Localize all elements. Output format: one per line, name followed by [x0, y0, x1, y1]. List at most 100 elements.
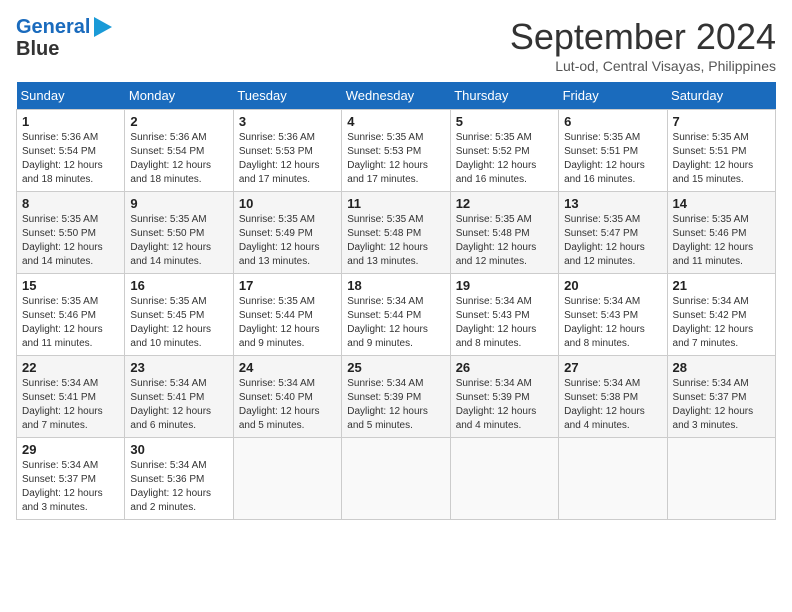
calendar-cell	[667, 438, 775, 520]
calendar-cell: 27 Sunrise: 5:34 AM Sunset: 5:38 PM Dayli…	[559, 356, 667, 438]
day-info: Sunrise: 5:35 AM Sunset: 5:48 PM Dayligh…	[456, 213, 553, 269]
calendar-week-row: 1 Sunrise: 5:36 AM Sunset: 5:54 PM Daylig…	[17, 110, 776, 192]
day-of-week-header: Friday	[559, 82, 667, 110]
month-title: September 2024	[510, 16, 776, 58]
calendar-cell: 23 Sunrise: 5:34 AM Sunset: 5:41 PM Dayli…	[125, 356, 233, 438]
title-block: September 2024 Lut-od, Central Visayas, …	[510, 16, 776, 74]
day-number: 4	[347, 114, 444, 129]
day-info: Sunrise: 5:35 AM Sunset: 5:52 PM Dayligh…	[456, 131, 553, 187]
day-number: 16	[130, 278, 227, 293]
day-number: 17	[239, 278, 336, 293]
day-info: Sunrise: 5:36 AM Sunset: 5:53 PM Dayligh…	[239, 131, 336, 187]
day-of-week-header: Thursday	[450, 82, 558, 110]
day-info: Sunrise: 5:34 AM Sunset: 5:39 PM Dayligh…	[456, 377, 553, 433]
calendar-week-row: 22 Sunrise: 5:34 AM Sunset: 5:41 PM Dayli…	[17, 356, 776, 438]
day-number: 28	[673, 360, 770, 375]
calendar-cell	[342, 438, 450, 520]
day-info: Sunrise: 5:34 AM Sunset: 5:41 PM Dayligh…	[130, 377, 227, 433]
day-info: Sunrise: 5:34 AM Sunset: 5:36 PM Dayligh…	[130, 459, 227, 515]
day-number: 9	[130, 196, 227, 211]
calendar-cell: 20 Sunrise: 5:34 AM Sunset: 5:43 PM Dayli…	[559, 274, 667, 356]
calendar-cell: 8 Sunrise: 5:35 AM Sunset: 5:50 PM Daylig…	[17, 192, 125, 274]
calendar-week-row: 15 Sunrise: 5:35 AM Sunset: 5:46 PM Dayli…	[17, 274, 776, 356]
calendar-cell: 10Sunrise: 5:35 AM Sunset: 5:49 PM Dayli…	[233, 192, 341, 274]
calendar-cell: 26 Sunrise: 5:34 AM Sunset: 5:39 PM Dayli…	[450, 356, 558, 438]
days-of-week-row: SundayMondayTuesdayWednesdayThursdayFrid…	[17, 82, 776, 110]
calendar-week-row: 8 Sunrise: 5:35 AM Sunset: 5:50 PM Daylig…	[17, 192, 776, 274]
calendar-cell: 3Sunrise: 5:36 AM Sunset: 5:53 PM Daylig…	[233, 110, 341, 192]
day-info: Sunrise: 5:35 AM Sunset: 5:45 PM Dayligh…	[130, 295, 227, 351]
day-info: Sunrise: 5:34 AM Sunset: 5:37 PM Dayligh…	[673, 377, 770, 433]
calendar-cell: 16 Sunrise: 5:35 AM Sunset: 5:45 PM Dayli…	[125, 274, 233, 356]
day-number: 21	[673, 278, 770, 293]
calendar-cell: 22Sunrise: 5:34 AM Sunset: 5:41 PM Dayli…	[17, 356, 125, 438]
day-info: Sunrise: 5:35 AM Sunset: 5:48 PM Dayligh…	[347, 213, 444, 269]
calendar-cell: 12Sunrise: 5:35 AM Sunset: 5:48 PM Dayli…	[450, 192, 558, 274]
calendar-cell: 18 Sunrise: 5:34 AM Sunset: 5:44 PM Dayli…	[342, 274, 450, 356]
day-info: Sunrise: 5:35 AM Sunset: 5:46 PM Dayligh…	[673, 213, 770, 269]
day-number: 2	[130, 114, 227, 129]
calendar-cell: 28 Sunrise: 5:34 AM Sunset: 5:37 PM Dayli…	[667, 356, 775, 438]
day-number: 20	[564, 278, 661, 293]
calendar-cell: 21Sunrise: 5:34 AM Sunset: 5:42 PM Dayli…	[667, 274, 775, 356]
day-info: Sunrise: 5:35 AM Sunset: 5:44 PM Dayligh…	[239, 295, 336, 351]
day-number: 26	[456, 360, 553, 375]
day-number: 15	[22, 278, 119, 293]
day-info: Sunrise: 5:34 AM Sunset: 5:38 PM Dayligh…	[564, 377, 661, 433]
calendar-cell: 6 Sunrise: 5:35 AM Sunset: 5:51 PM Daylig…	[559, 110, 667, 192]
day-info: Sunrise: 5:35 AM Sunset: 5:51 PM Dayligh…	[673, 131, 770, 187]
calendar-cell: 14 Sunrise: 5:35 AM Sunset: 5:46 PM Dayli…	[667, 192, 775, 274]
calendar-header: SundayMondayTuesdayWednesdayThursdayFrid…	[17, 82, 776, 110]
day-info: Sunrise: 5:35 AM Sunset: 5:46 PM Dayligh…	[22, 295, 119, 351]
calendar-cell: 17 Sunrise: 5:35 AM Sunset: 5:44 PM Dayli…	[233, 274, 341, 356]
day-number: 5	[456, 114, 553, 129]
day-info: Sunrise: 5:36 AM Sunset: 5:54 PM Dayligh…	[130, 131, 227, 187]
day-info: Sunrise: 5:34 AM Sunset: 5:43 PM Dayligh…	[564, 295, 661, 351]
day-info: Sunrise: 5:35 AM Sunset: 5:51 PM Dayligh…	[564, 131, 661, 187]
day-number: 23	[130, 360, 227, 375]
calendar-cell: 13 Sunrise: 5:35 AM Sunset: 5:47 PM Dayli…	[559, 192, 667, 274]
calendar-cell	[450, 438, 558, 520]
day-number: 1	[22, 114, 119, 129]
day-info: Sunrise: 5:35 AM Sunset: 5:50 PM Dayligh…	[22, 213, 119, 269]
calendar-cell: 19Sunrise: 5:34 AM Sunset: 5:43 PM Dayli…	[450, 274, 558, 356]
calendar-cell: 11Sunrise: 5:35 AM Sunset: 5:48 PM Dayli…	[342, 192, 450, 274]
day-number: 7	[673, 114, 770, 129]
calendar-cell: 2 Sunrise: 5:36 AM Sunset: 5:54 PM Daylig…	[125, 110, 233, 192]
day-number: 29	[22, 442, 119, 457]
day-number: 8	[22, 196, 119, 211]
day-number: 24	[239, 360, 336, 375]
calendar-cell: 7 Sunrise: 5:35 AM Sunset: 5:51 PM Daylig…	[667, 110, 775, 192]
calendar-body: 1 Sunrise: 5:36 AM Sunset: 5:54 PM Daylig…	[17, 110, 776, 520]
day-number: 22	[22, 360, 119, 375]
day-info: Sunrise: 5:34 AM Sunset: 5:40 PM Dayligh…	[239, 377, 336, 433]
day-info: Sunrise: 5:36 AM Sunset: 5:54 PM Dayligh…	[22, 131, 119, 187]
calendar-cell: 4 Sunrise: 5:35 AM Sunset: 5:53 PM Daylig…	[342, 110, 450, 192]
calendar-week-row: 29 Sunrise: 5:34 AM Sunset: 5:37 PM Dayli…	[17, 438, 776, 520]
day-info: Sunrise: 5:34 AM Sunset: 5:43 PM Dayligh…	[456, 295, 553, 351]
location-text: Lut-od, Central Visayas, Philippines	[510, 58, 776, 74]
day-number: 25	[347, 360, 444, 375]
day-info: Sunrise: 5:35 AM Sunset: 5:53 PM Dayligh…	[347, 131, 444, 187]
calendar-cell: 24 Sunrise: 5:34 AM Sunset: 5:40 PM Dayli…	[233, 356, 341, 438]
day-info: Sunrise: 5:35 AM Sunset: 5:47 PM Dayligh…	[564, 213, 661, 269]
calendar-table: SundayMondayTuesdayWednesdayThursdayFrid…	[16, 82, 776, 520]
day-of-week-header: Wednesday	[342, 82, 450, 110]
calendar-cell	[233, 438, 341, 520]
logo-text: General	[16, 16, 90, 38]
day-number: 18	[347, 278, 444, 293]
day-number: 6	[564, 114, 661, 129]
day-of-week-header: Monday	[125, 82, 233, 110]
day-info: Sunrise: 5:34 AM Sunset: 5:37 PM Dayligh…	[22, 459, 119, 515]
day-info: Sunrise: 5:35 AM Sunset: 5:49 PM Dayligh…	[239, 213, 336, 269]
calendar-cell: 25Sunrise: 5:34 AM Sunset: 5:39 PM Dayli…	[342, 356, 450, 438]
calendar-cell: 1 Sunrise: 5:36 AM Sunset: 5:54 PM Daylig…	[17, 110, 125, 192]
page-header: General Blue September 2024 Lut-od, Cent…	[16, 16, 776, 74]
day-number: 27	[564, 360, 661, 375]
calendar-cell: 5 Sunrise: 5:35 AM Sunset: 5:52 PM Daylig…	[450, 110, 558, 192]
calendar-cell	[559, 438, 667, 520]
day-number: 14	[673, 196, 770, 211]
day-number: 13	[564, 196, 661, 211]
logo-blue-text: Blue	[16, 38, 59, 60]
day-info: Sunrise: 5:34 AM Sunset: 5:44 PM Dayligh…	[347, 295, 444, 351]
